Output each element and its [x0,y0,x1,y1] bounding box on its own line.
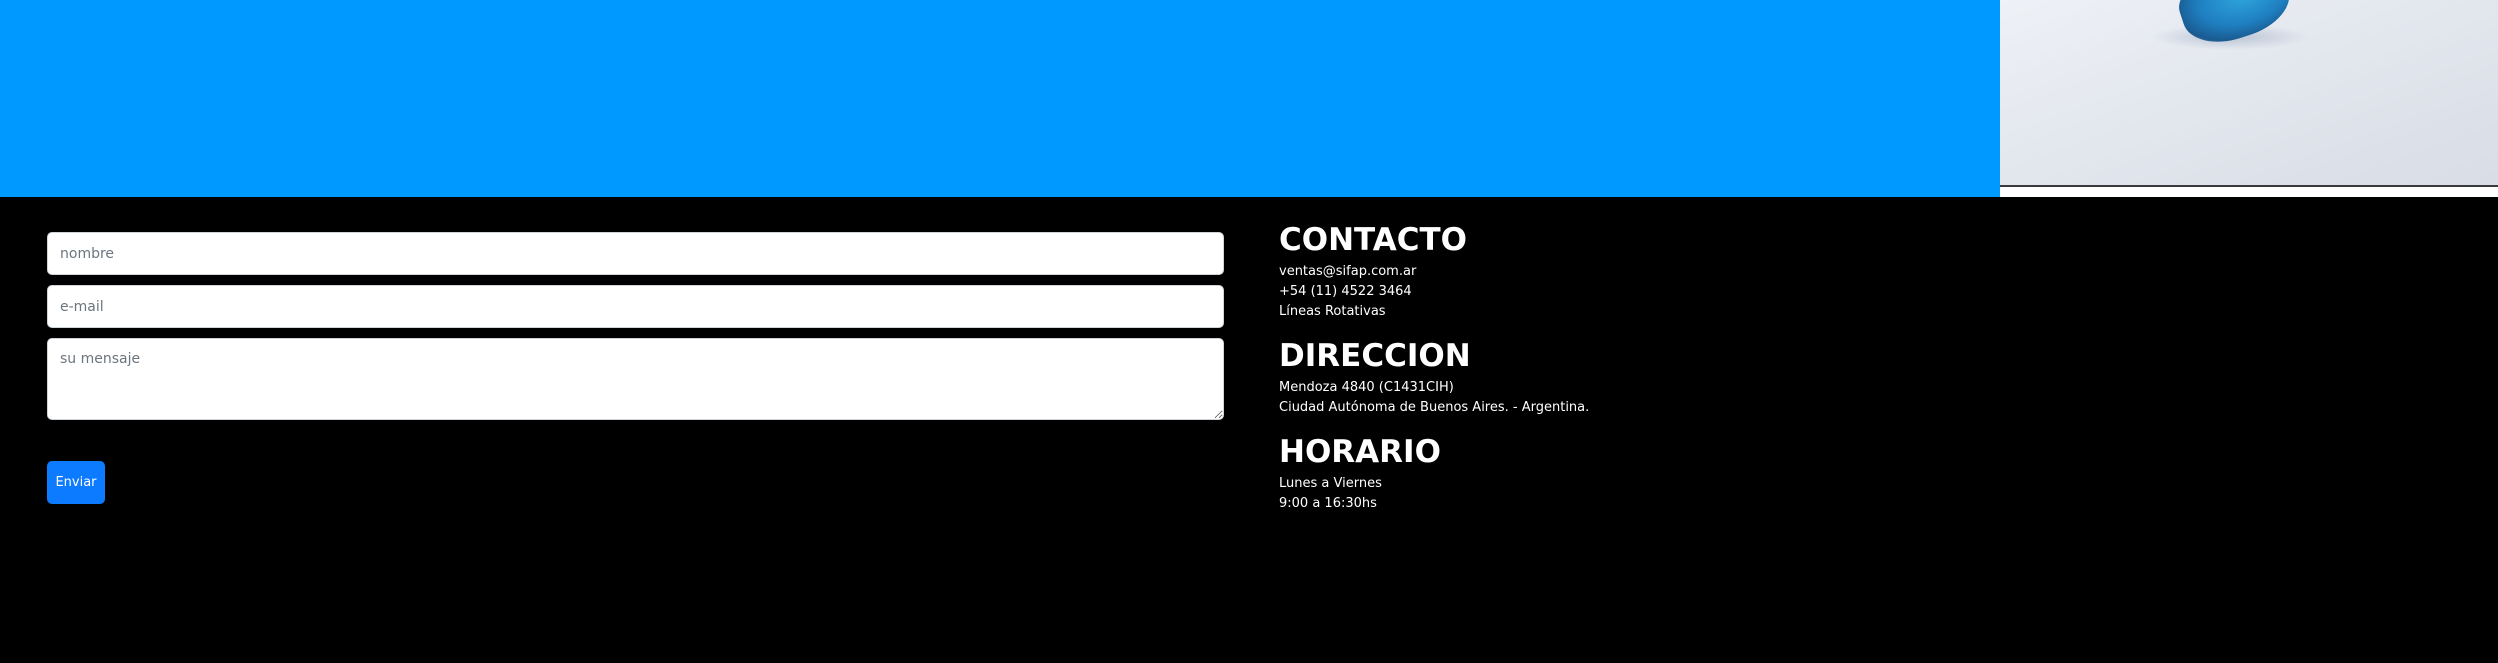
message-textarea[interactable] [47,338,1224,420]
hero-snow-photo [2000,0,2498,185]
footer: Enviar CONTACTO ventas@sifap.com.ar +54 … [0,197,2498,663]
hours-time: 9:00 a 16:30hs [1279,496,1377,511]
hero-banner [0,0,2498,197]
hero-blue-panel [0,0,2000,197]
address-section: DIRECCION Mendoza 4840 (C1431CIH) Ciudad… [1279,338,1779,418]
email-input[interactable] [47,285,1224,328]
contact-heading: CONTACTO [1279,222,1468,258]
hours-details: Lunes a Viernes 9:00 a 16:30hs [1279,474,1779,514]
contact-phone: +54 (11) 4522 3464 [1279,284,1412,299]
hours-days: Lunes a Viernes [1279,476,1382,491]
address-city: Ciudad Autónoma de Buenos Aires. - Argen… [1279,400,1590,415]
name-input[interactable] [47,232,1224,275]
contact-details: ventas@sifap.com.ar +54 (11) 4522 3464 L… [1279,262,1779,322]
contact-lines: Líneas Rotativas [1279,304,1386,319]
address-heading: DIRECCION [1279,338,1471,374]
contact-info: CONTACTO ventas@sifap.com.ar +54 (11) 45… [1279,222,1779,514]
contact-section: CONTACTO ventas@sifap.com.ar +54 (11) 45… [1279,222,1779,322]
address-details: Mendoza 4840 (C1431CIH) Ciudad Autónoma … [1279,378,1779,418]
hours-section: HORARIO Lunes a Viernes 9:00 a 16:30hs [1279,434,1779,514]
hours-heading: HORARIO [1279,434,1441,470]
contact-form: Enviar [47,232,1224,504]
address-street: Mendoza 4840 (C1431CIH) [1279,380,1454,395]
send-button[interactable]: Enviar [47,461,105,504]
photo-bottom-gap [2000,187,2498,197]
contact-email[interactable]: ventas@sifap.com.ar [1279,262,1779,282]
